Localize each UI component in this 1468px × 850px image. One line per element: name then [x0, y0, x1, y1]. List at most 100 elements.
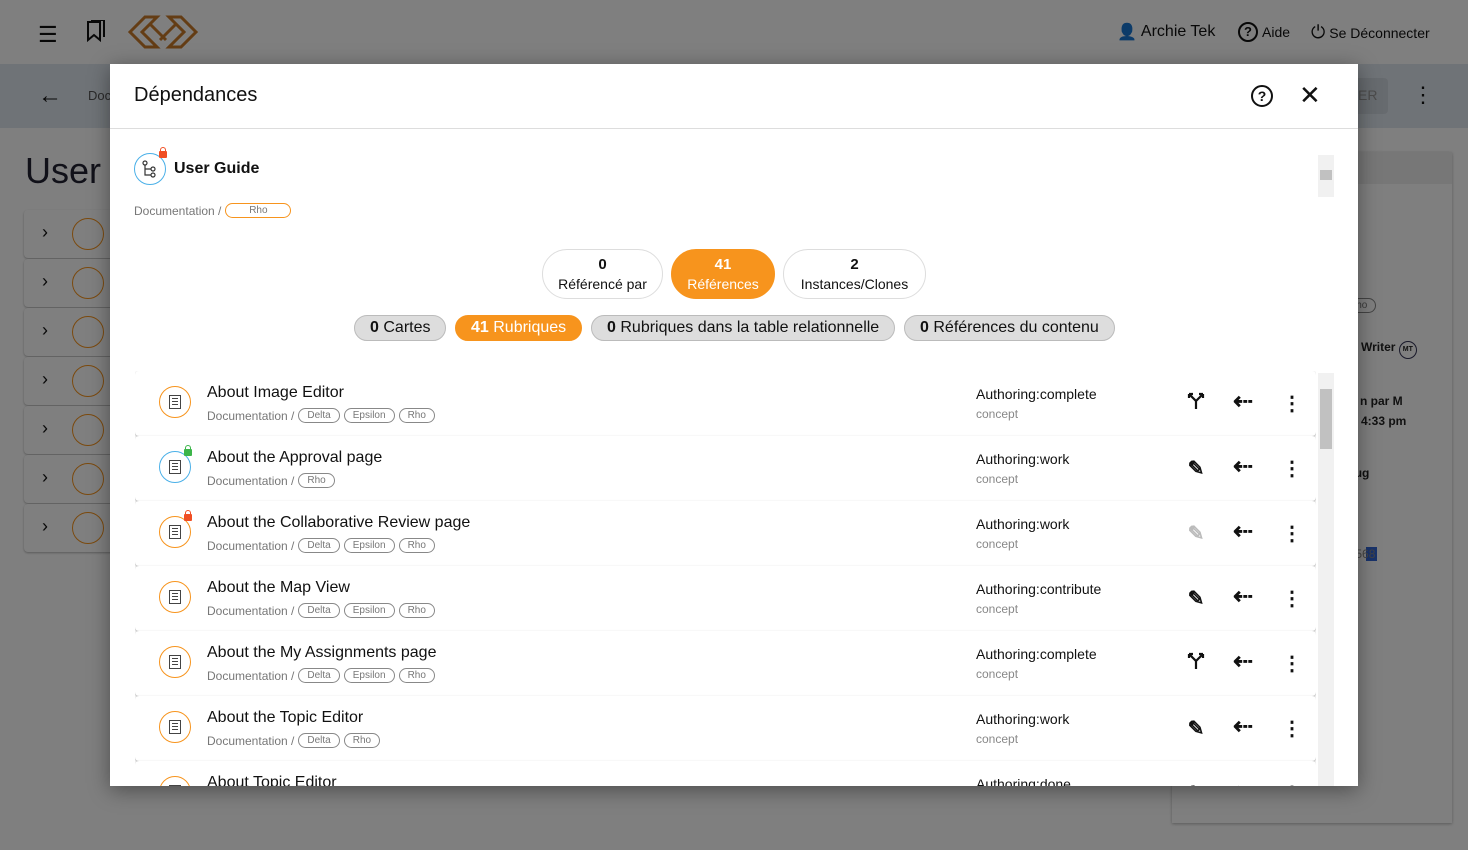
topic-type: concept — [976, 407, 1019, 421]
breadcrumb-text[interactable]: Documentation / — [134, 204, 221, 218]
tag: Rho — [398, 538, 435, 553]
breadcrumb-text[interactable]: Documentation / — [207, 669, 294, 683]
edit-icon[interactable]: ✎ — [1184, 781, 1208, 786]
breadcrumb-text[interactable]: Documentation / — [207, 409, 294, 423]
status: Authoring:work — [976, 711, 1070, 727]
breadcrumb-text[interactable]: Documentation / — [207, 734, 294, 748]
filter-topics[interactable]: 41 Rubriques — [455, 315, 583, 341]
edit-icon[interactable]: ✎ — [1184, 586, 1208, 611]
list-item[interactable]: About the Collaborative Review page Docu… — [135, 501, 1316, 566]
list-scrollbar[interactable] — [1318, 373, 1334, 786]
dependencies-arrow-icon[interactable]: ⇠ — [1231, 517, 1255, 546]
more-icon[interactable]: ⋮ — [1280, 391, 1304, 416]
topic-type: concept — [976, 472, 1019, 486]
tag: Delta — [298, 408, 340, 423]
tab-references[interactable]: 41 Références — [671, 249, 775, 299]
tag: Rho — [398, 408, 435, 423]
map-icon — [134, 147, 167, 185]
topic-type: concept — [976, 732, 1019, 746]
topic-title[interactable]: About Image Editor — [207, 384, 344, 402]
edit-icon[interactable]: ✎ — [1184, 521, 1208, 546]
tag: Rho — [398, 668, 435, 683]
status: Authoring:complete — [976, 646, 1097, 662]
topic-type: concept — [976, 602, 1019, 616]
more-icon[interactable]: ⋮ — [1280, 651, 1304, 676]
list-item[interactable]: About the Topic Editor Documentation / De… — [135, 696, 1316, 761]
status: Authoring:contribute — [976, 581, 1102, 597]
filter-content-references[interactable]: 0 Références du contenu — [904, 315, 1115, 341]
dependencies-arrow-icon[interactable]: ⇠ — [1231, 647, 1255, 676]
item-breadcrumb: Documentation / Rho — [134, 203, 292, 218]
tag: Delta — [298, 733, 340, 748]
more-icon[interactable]: ⋮ — [1280, 781, 1304, 786]
edit-icon[interactable]: ✎ — [1184, 456, 1208, 481]
branch-icon[interactable] — [1184, 651, 1208, 677]
tag: Delta — [298, 603, 340, 618]
filter-reltable-topics[interactable]: 0 Rubriques dans la table relationnelle — [591, 315, 896, 341]
help-icon[interactable]: ? — [1251, 85, 1273, 107]
dependency-list: About Image Editor Documentation / Delta … — [135, 371, 1316, 786]
topic-icon — [159, 445, 192, 483]
status: Authoring:work — [976, 516, 1070, 532]
item-header: User Guide — [134, 147, 259, 185]
dependencies-dialog: Dépendances ? ✕ User Guide Documentation… — [110, 64, 1358, 786]
tab-instances-clones[interactable]: 2 Instances/Clones — [783, 249, 926, 299]
branch-icon[interactable] — [1184, 391, 1208, 417]
lock-icon — [159, 147, 167, 158]
tag: Rho — [398, 603, 435, 618]
topic-title[interactable]: About the Approval page — [207, 449, 382, 467]
dependencies-arrow-icon[interactable]: ⇠ — [1231, 452, 1255, 481]
topic-title[interactable]: About the Collaborative Review page — [207, 514, 470, 532]
status: Authoring:done — [976, 776, 1071, 786]
scrollbar[interactable] — [1318, 155, 1334, 197]
topic-icon — [159, 646, 191, 678]
more-icon[interactable]: ⋮ — [1280, 716, 1304, 741]
tag: Rho — [298, 473, 335, 488]
dependencies-arrow-icon[interactable]: ⇠ — [1231, 582, 1255, 611]
more-icon[interactable]: ⋮ — [1280, 521, 1304, 546]
filter-maps[interactable]: 0 Cartes — [354, 315, 447, 341]
topic-icon — [159, 581, 191, 613]
tab-referenced-by[interactable]: 0 Référencé par — [542, 249, 663, 299]
close-icon[interactable]: ✕ — [1299, 80, 1321, 111]
topic-title[interactable]: About the Topic Editor — [207, 709, 363, 727]
topic-breadcrumb: Documentation / Delta Epsilon Rho — [207, 603, 435, 618]
lock-icon — [184, 510, 192, 521]
topic-type: concept — [976, 537, 1019, 551]
topic-breadcrumb: Documentation / Delta Epsilon Rho — [207, 538, 435, 553]
topic-title[interactable]: About the Map View — [207, 579, 350, 597]
topic-icon — [159, 386, 191, 418]
status: Authoring:work — [976, 451, 1070, 467]
edit-icon[interactable]: ✎ — [1184, 716, 1208, 741]
topic-breadcrumb: Documentation / Delta Epsilon Rho — [207, 668, 435, 683]
breadcrumb-text[interactable]: Documentation / — [207, 539, 294, 553]
dependencies-arrow-icon[interactable]: ⇠ — [1231, 777, 1255, 786]
topic-title[interactable]: About Topic Editor — [207, 774, 337, 786]
topic-icon — [159, 776, 191, 786]
tag: Epsilon — [343, 538, 395, 553]
list-item[interactable]: About the My Assignments page Documentat… — [135, 631, 1316, 696]
tag: Epsilon — [343, 408, 395, 423]
more-icon[interactable]: ⋮ — [1280, 586, 1304, 611]
list-item[interactable]: About Image Editor Documentation / Delta … — [135, 371, 1316, 436]
status: Authoring:complete — [976, 386, 1097, 402]
topic-breadcrumb: Documentation / Delta Epsilon Rho — [207, 408, 435, 423]
topic-icon — [159, 510, 192, 548]
dependencies-arrow-icon[interactable]: ⇠ — [1231, 712, 1255, 741]
tag: Rho — [225, 203, 292, 218]
list-item[interactable]: About the Approval page Documentation / R… — [135, 436, 1316, 501]
dependencies-arrow-icon[interactable]: ⇠ — [1231, 387, 1255, 416]
list-item[interactable]: About Topic Editor Authoring:done ✎ ⇠ ⋮ — [135, 761, 1316, 786]
breadcrumb-text[interactable]: Documentation / — [207, 474, 294, 488]
topic-breadcrumb: Documentation / Delta Rho — [207, 733, 381, 748]
more-icon[interactable]: ⋮ — [1280, 456, 1304, 481]
tag: Epsilon — [343, 668, 395, 683]
tag: Rho — [343, 733, 381, 748]
breadcrumb-text[interactable]: Documentation / — [207, 604, 294, 618]
topic-type: concept — [976, 667, 1019, 681]
list-item[interactable]: About the Map View Documentation / Delta … — [135, 566, 1316, 631]
topic-breadcrumb: Documentation / Rho — [207, 473, 335, 488]
topic-title[interactable]: About the My Assignments page — [207, 644, 436, 662]
tag: Delta — [298, 668, 340, 683]
tag: Epsilon — [343, 603, 395, 618]
